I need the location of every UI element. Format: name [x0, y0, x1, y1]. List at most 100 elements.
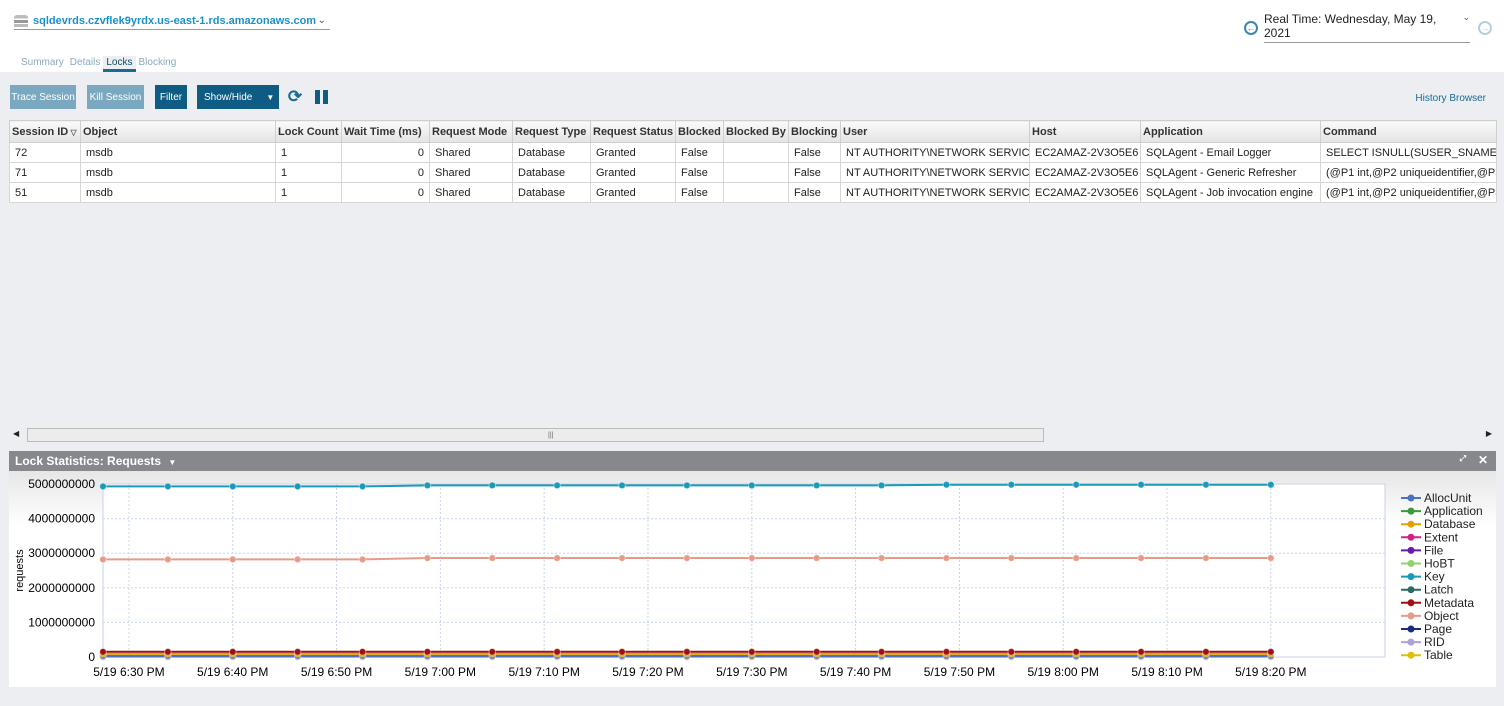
- table-cell: 71: [9, 162, 81, 183]
- scroll-right-icon[interactable]: ▶: [1486, 429, 1492, 438]
- y-tick-label: 5000000000: [28, 477, 95, 491]
- column-header[interactable]: Host: [1029, 120, 1141, 143]
- data-point: [1202, 648, 1210, 656]
- legend-label: Extent: [1424, 530, 1459, 544]
- locks-table: Session ID ▽ Object Lock Count Wait Time (m…: [9, 120, 1497, 203]
- column-header[interactable]: User: [840, 120, 1030, 143]
- table-row[interactable]: 51 msdb 1 0 Shared Database Granted False False N…: [9, 182, 1497, 203]
- kill-session-button[interactable]: Kill Session: [87, 85, 144, 109]
- data-point: [553, 554, 561, 562]
- x-tick-label: 5/19 7:10 PM: [508, 665, 579, 679]
- close-icon[interactable]: ✕: [1478, 453, 1488, 467]
- data-point: [99, 482, 107, 491]
- x-tick-label: 5/19 6:30 PM: [93, 665, 164, 679]
- horizontal-scrollbar[interactable]: ◀ ||| ▶: [9, 428, 1496, 442]
- server-selector[interactable]: sqldevrds.czvflek9yrdx.us-east-1.rds.ama…: [14, 12, 330, 30]
- legend-label: Latch: [1424, 583, 1453, 597]
- x-tick-label: 5/19 6:40 PM: [197, 665, 268, 679]
- sort-icon[interactable]: ▽: [68, 128, 76, 137]
- column-header[interactable]: Application: [1140, 120, 1321, 143]
- column-header[interactable]: Request Mode: [429, 120, 513, 143]
- table-cell: msdb: [80, 162, 276, 183]
- data-point: [1072, 480, 1080, 489]
- lock-statistics-panel: Lock Statistics: Requests ▼ ⤢ ✕ 0 1000000…: [9, 451, 1496, 687]
- legend-label: Page: [1424, 622, 1452, 636]
- column-header[interactable]: Request Type: [512, 120, 591, 143]
- table-cell: Database: [512, 182, 591, 203]
- server-name: sqldevrds.czvflek9yrdx.us-east-1.rds.ama…: [33, 14, 317, 27]
- table-cell: NT AUTHORITY\NETWORK SERVICE: [840, 162, 1030, 183]
- legend-label: Database: [1424, 517, 1476, 531]
- caret-down-icon: ▼: [266, 92, 275, 102]
- tab-summary[interactable]: Summary: [18, 56, 67, 72]
- forward-arrow-icon[interactable]: →: [1478, 20, 1492, 35]
- data-point: [877, 554, 886, 562]
- data-point: [618, 648, 626, 656]
- server-icon: [14, 14, 28, 27]
- legend-marker: [1407, 625, 1415, 633]
- column-header[interactable]: Object: [80, 120, 276, 143]
- y-tick-label: 1000000000: [28, 615, 95, 629]
- refresh-icon[interactable]: ⟳: [287, 85, 303, 109]
- table-row[interactable]: 72 msdb 1 0 Shared Database Granted False False N…: [9, 142, 1497, 163]
- table-cell: 0: [341, 142, 430, 163]
- lock-requests-chart: 0 1000000000 2000000000 3000000000 400000000…: [14, 477, 1483, 679]
- back-arrow-icon[interactable]: ←: [1244, 20, 1258, 35]
- data-point: [1202, 480, 1210, 489]
- column-header[interactable]: Command: [1320, 120, 1497, 143]
- column-header[interactable]: Blocked: [675, 120, 724, 143]
- y-tick-label: 0: [88, 650, 95, 664]
- legend-marker: [1407, 546, 1415, 554]
- data-point: [423, 554, 432, 562]
- data-point: [164, 555, 172, 564]
- legend-marker: [1407, 573, 1415, 581]
- pause-icon[interactable]: [313, 85, 329, 109]
- tab-details[interactable]: Details: [67, 56, 104, 72]
- scrollbar-thumb[interactable]: |||: [27, 428, 1044, 442]
- data-point: [812, 554, 821, 562]
- table-cell: False: [675, 162, 724, 183]
- data-point: [618, 554, 626, 562]
- x-tick-label: 5/19 6:50 PM: [301, 665, 372, 679]
- column-header[interactable]: Lock Count: [275, 120, 342, 143]
- table-row[interactable]: 71 msdb 1 0 Shared Database Granted False False N…: [9, 162, 1497, 183]
- data-point: [942, 554, 951, 562]
- filter-button[interactable]: Filter: [155, 85, 187, 109]
- column-header[interactable]: Wait Time (ms): [341, 120, 430, 143]
- data-point: [1267, 648, 1275, 656]
- legend-label: HoBT: [1424, 557, 1455, 571]
- column-header[interactable]: Session ID ▽: [9, 120, 81, 143]
- show-hide-button[interactable]: Show/Hide ▼: [197, 85, 279, 109]
- scroll-left-icon[interactable]: ◀: [13, 429, 19, 438]
- legend-label: AllocUnit: [1424, 491, 1472, 505]
- legend-label: File: [1424, 543, 1444, 557]
- plot-area: [102, 483, 1386, 658]
- column-header[interactable]: Request Status: [590, 120, 676, 143]
- table-cell: NT AUTHORITY\NETWORK SERVICE: [840, 142, 1030, 163]
- column-header[interactable]: Blocking: [788, 120, 841, 143]
- data-point: [358, 555, 367, 564]
- tab-locks[interactable]: Locks: [103, 56, 136, 72]
- table-cell: SQLAgent - Generic Refresher: [1140, 162, 1321, 183]
- history-browser-link[interactable]: History Browser: [1415, 93, 1486, 104]
- trace-session-button[interactable]: Trace Session: [10, 85, 76, 109]
- caret-down-icon[interactable]: ▼: [168, 458, 176, 467]
- column-header[interactable]: Blocked By: [723, 120, 789, 143]
- table-cell: False: [788, 162, 841, 183]
- table-cell: Shared: [429, 182, 513, 203]
- x-tick-label: 5/19 8:00 PM: [1028, 665, 1099, 679]
- tab-blocking[interactable]: Blocking: [136, 56, 180, 72]
- data-point: [683, 554, 691, 562]
- data-point: [1072, 648, 1080, 656]
- data-point: [228, 555, 237, 564]
- table-cell: Shared: [429, 162, 513, 183]
- data-point: [747, 481, 756, 490]
- table-cell: False: [675, 142, 724, 163]
- legend-marker: [1407, 520, 1415, 528]
- legend-marker: [1407, 533, 1415, 541]
- maximize-icon[interactable]: ⤢: [1460, 454, 1466, 464]
- data-point: [1137, 648, 1145, 656]
- realtime-selector[interactable]: Real Time: Wednesday, May 19, 2021 ⌄: [1264, 12, 1470, 43]
- panel-title[interactable]: Lock Statistics: Requests: [15, 454, 161, 468]
- table-cell: [723, 182, 789, 203]
